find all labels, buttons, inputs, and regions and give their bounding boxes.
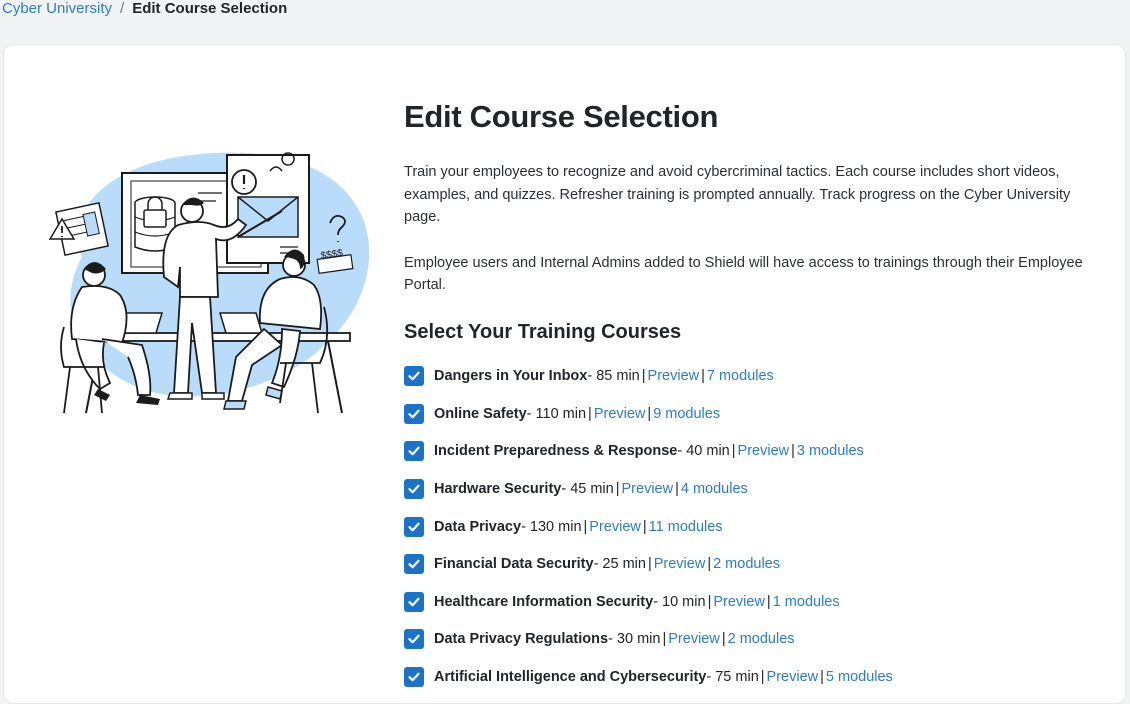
course-duration: - 30 min xyxy=(608,631,661,648)
course-name: Healthcare Information Security xyxy=(434,593,654,610)
course-preview-link[interactable]: Preview xyxy=(648,368,700,384)
course-item-hardware-security: Hardware Security - 45 min | Preview | 4 mod… xyxy=(404,470,1084,508)
course-preview-link[interactable]: Preview xyxy=(589,519,641,535)
checkmark-icon xyxy=(408,672,420,682)
course-modules-link[interactable]: 3 modules xyxy=(797,443,864,459)
course-modules-link[interactable]: 4 modules xyxy=(681,481,748,497)
course-checkbox[interactable] xyxy=(404,667,424,688)
section-title: Select Your Training Courses xyxy=(404,320,682,343)
breadcrumb-current: Edit Course Selection xyxy=(132,0,288,17)
breadcrumb-separator: / xyxy=(120,0,125,17)
course-list: Dangers in Your Inbox - 85 min | Preview | 7… xyxy=(404,358,1084,696)
course-checkbox[interactable] xyxy=(404,516,424,537)
course-name: Dangers in Your Inbox xyxy=(434,368,588,385)
checkmark-icon xyxy=(408,597,420,607)
course-preview-link[interactable]: Preview xyxy=(767,669,819,685)
checkmark-icon xyxy=(408,559,420,569)
course-item-incident-preparedness: Incident Preparedness & Response - 40 mi… xyxy=(404,433,1084,471)
course-preview-link[interactable]: Preview xyxy=(594,406,646,422)
page-title: Edit Course Selection xyxy=(404,99,719,134)
team-training-illustration: $$$$ xyxy=(48,152,370,414)
checkmark-icon xyxy=(408,371,420,381)
breadcrumb-link-cyber-university[interactable]: Cyber University xyxy=(2,0,112,17)
course-preview-link[interactable]: Preview xyxy=(668,631,720,647)
course-duration: - 10 min xyxy=(653,593,706,610)
course-modules-link[interactable]: 5 modules xyxy=(826,669,893,685)
course-name: Financial Data Security xyxy=(434,556,594,573)
course-checkbox[interactable] xyxy=(404,479,424,500)
checkmark-icon xyxy=(408,522,420,531)
course-modules-link[interactable]: 11 modules xyxy=(649,519,723,535)
course-checkbox[interactable] xyxy=(404,366,424,387)
course-item-online-safety: Online Safety - 110 min | Preview | 9 module… xyxy=(404,395,1084,433)
course-item-ai-and-cybersecurity: Artificial Intelligence and Cybersecurit… xyxy=(404,658,1084,696)
course-item-data-privacy: Data Privacy - 130 min | Preview | 11 module… xyxy=(404,508,1084,546)
checkmark-icon xyxy=(408,409,420,419)
course-preview-link[interactable]: Preview xyxy=(654,556,706,572)
course-duration: - 25 min xyxy=(593,556,646,573)
course-preview-link[interactable]: Preview xyxy=(713,594,765,610)
course-name: Incident Preparedness & Response xyxy=(434,443,678,460)
course-preview-link[interactable]: Preview xyxy=(622,481,674,497)
course-preview-link[interactable]: Preview xyxy=(738,443,790,459)
course-item-healthcare-information-security: Healthcare Information Security - 10 min… xyxy=(404,583,1084,621)
course-duration: - 40 min xyxy=(677,443,730,460)
course-checkbox[interactable] xyxy=(404,629,424,650)
course-name: Data Privacy Regulations xyxy=(434,631,609,648)
course-modules-link[interactable]: 2 modules xyxy=(728,631,795,647)
course-modules-link[interactable]: 2 modules xyxy=(713,556,780,572)
course-checkbox[interactable] xyxy=(404,591,424,612)
course-name: Hardware Security xyxy=(434,481,562,498)
course-duration: - 85 min xyxy=(587,368,640,385)
course-selection-content: Edit Course Selection Train your employe… xyxy=(404,97,1084,696)
course-name: Online Safety xyxy=(434,405,527,422)
checkmark-icon xyxy=(408,484,420,494)
breadcrumb: Cyber University / Edit Course Selection xyxy=(2,0,287,20)
course-modules-link[interactable]: 1 modules xyxy=(773,594,840,610)
course-duration: - 130 min xyxy=(521,518,582,535)
course-checkbox[interactable] xyxy=(404,403,424,424)
checkmark-icon xyxy=(408,447,420,456)
course-duration: - 110 min xyxy=(526,405,587,422)
course-item-dangers-in-your-inbox: Dangers in Your Inbox - 85 min | Preview | 7… xyxy=(404,358,1084,396)
course-item-data-privacy-regulations: Data Privacy Regulations - 30 min | Previe… xyxy=(404,621,1084,659)
course-name: Artificial Intelligence and Cybersecurit… xyxy=(434,669,707,686)
description-paragraph-1: Train your employees to recognize and av… xyxy=(404,164,1071,225)
course-checkbox[interactable] xyxy=(404,441,424,462)
description-paragraph-2: Employee users and Internal Admins added… xyxy=(404,254,1083,294)
course-checkbox[interactable] xyxy=(404,554,424,575)
course-duration: - 45 min xyxy=(561,481,614,498)
checkmark-icon xyxy=(408,635,420,644)
course-name: Data Privacy xyxy=(434,518,522,535)
course-duration: - 75 min xyxy=(706,669,759,686)
course-item-financial-data-security: Financial Data Security - 25 min | Preview… xyxy=(404,545,1084,583)
course-modules-link[interactable]: 9 modules xyxy=(653,406,720,422)
course-modules-link[interactable]: 7 modules xyxy=(707,368,774,384)
course-selection-card: $$$$ Edit Course Selection Train your em… xyxy=(3,44,1126,704)
